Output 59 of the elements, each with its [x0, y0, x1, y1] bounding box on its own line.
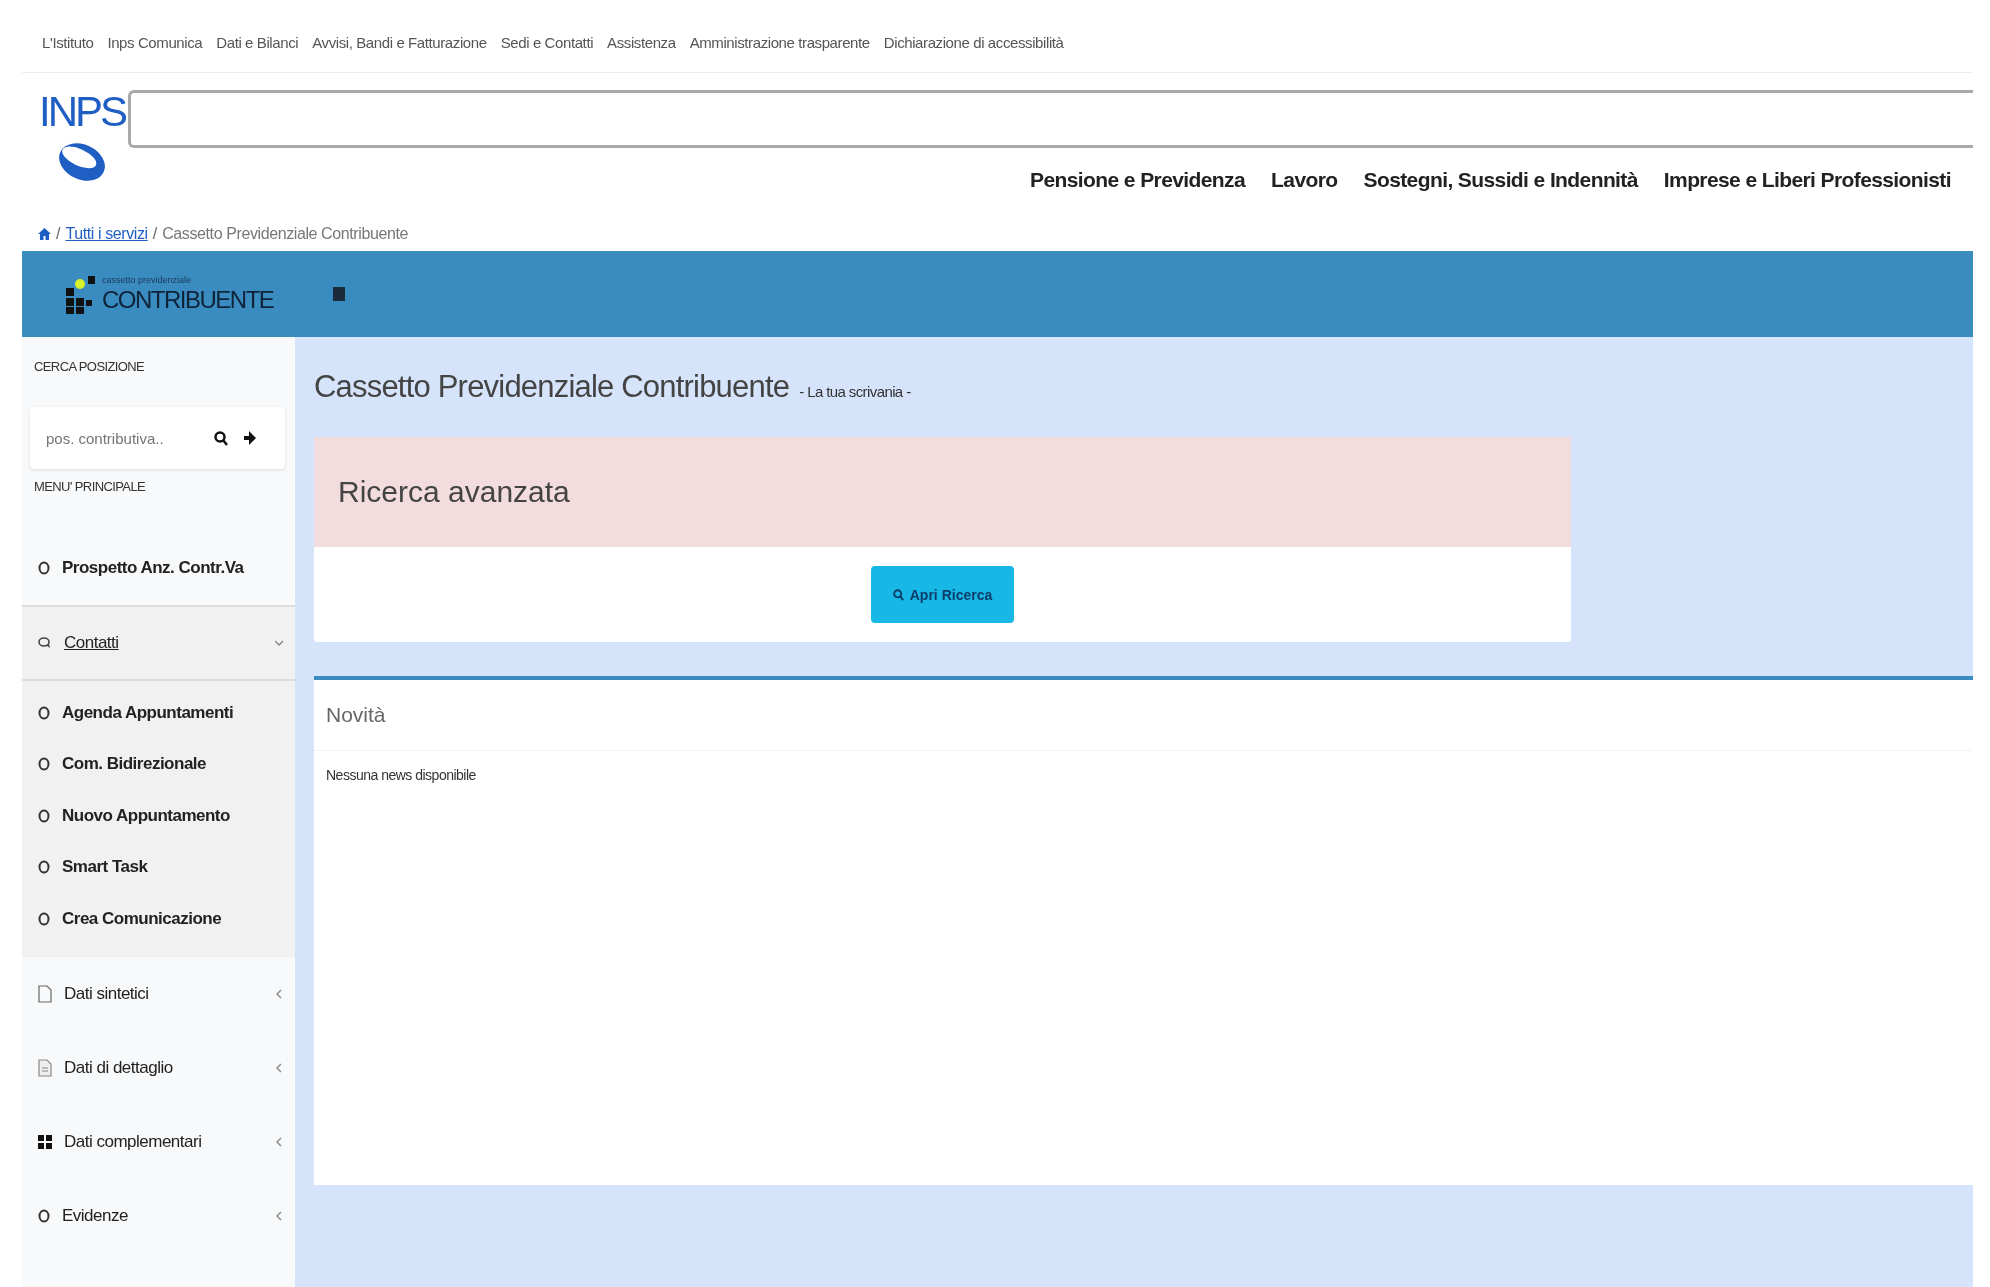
search-icon — [892, 588, 904, 601]
page-title: Cassetto Previdenziale Contribuente — [314, 369, 790, 405]
top-link[interactable]: Amministrazione trasparente — [689, 34, 870, 72]
menu-item[interactable]: Dati complementari — [22, 1104, 295, 1179]
nav-link[interactable]: Imprese e Liberi Professionisti — [1663, 168, 1951, 192]
menu-item[interactable]: Crea Comunicazione — [22, 893, 295, 945]
chevron-left-icon — [275, 988, 283, 999]
page-subtitle: - La tua scrivania - — [799, 383, 911, 400]
top-link[interactable]: L'Istituto — [42, 34, 94, 72]
breadcrumb-link[interactable]: Tutti i servizi — [65, 225, 148, 243]
menu-icon[interactable] — [333, 287, 346, 301]
menu-item[interactable]: Dati di dettaglio — [22, 1030, 295, 1105]
circle-icon — [38, 1208, 50, 1223]
top-link[interactable]: Dichiarazione di accessibilità — [883, 34, 1064, 72]
menu-item[interactable]: Agenda Appuntamenti — [22, 687, 295, 739]
file-icon — [38, 984, 52, 1003]
chevron-left-icon — [275, 1062, 283, 1073]
home-icon[interactable] — [38, 228, 51, 240]
chevron-left-icon — [275, 1210, 283, 1221]
circle-icon — [38, 561, 50, 575]
search-field[interactable] — [128, 90, 1973, 148]
top-link[interactable]: Avvisi, Bandi e Fatturazione — [312, 34, 487, 72]
menu-item[interactable]: Nuovo Appuntamento — [22, 790, 295, 842]
grid-icon — [38, 1134, 52, 1149]
top-link[interactable]: Sedi e Contatti — [500, 34, 594, 72]
menu-item[interactable]: Evidenze — [22, 1178, 295, 1253]
contribuente-logo[interactable]: cassetto previdenziale CONTRIBUENTE — [64, 274, 274, 314]
circle-icon — [38, 757, 50, 772]
chat-icon — [38, 637, 52, 649]
circle-icon — [38, 705, 50, 720]
top-link[interactable]: Assistenza — [607, 34, 676, 72]
breadcrumb-item[interactable]: Cassetto Previdenziale Contribuente — [162, 225, 408, 243]
nav-link[interactable]: Sostegni, Sussidi e Indennità — [1363, 168, 1638, 192]
menu-item[interactable]: Com. Bidirezionale — [22, 738, 295, 790]
section-heading: MENU' PRINCIPALE — [33, 478, 147, 496]
document-icon — [38, 1058, 52, 1077]
chevron-down-icon — [275, 638, 283, 648]
circle-icon — [38, 911, 50, 926]
breadcrumb-separator: / — [56, 225, 61, 243]
menu-item[interactable]: Dati sintetici — [22, 956, 295, 1031]
nav-link[interactable]: Lavoro — [1271, 168, 1338, 192]
panel-title: Ricerca avanzata — [338, 475, 570, 509]
position-search-field[interactable]: pos. contributiva.. — [44, 428, 198, 448]
empty-message: Nessuna news disponibile — [325, 766, 477, 783]
menu-item[interactable]: Prospetto Anz. Contr.Va — [22, 531, 295, 605]
arrow-icon[interactable] — [244, 431, 256, 445]
top-link[interactable]: Dati e Bilanci — [216, 34, 299, 72]
chevron-left-icon — [275, 1136, 283, 1147]
open-search-button[interactable]: Apri Ricerca — [871, 566, 1014, 623]
nav-link[interactable]: Pensione e Previdenza — [1030, 168, 1246, 192]
panel-title: Novità — [314, 680, 1973, 751]
menu-item[interactable]: Contatti — [22, 605, 295, 681]
circle-icon — [38, 808, 50, 823]
search-icon[interactable] — [214, 430, 228, 446]
circle-icon — [38, 860, 50, 875]
section-heading: CERCA POSIZIONE — [33, 358, 146, 376]
menu-item[interactable]: Smart Task — [22, 841, 295, 893]
breadcrumb-separator: / — [152, 225, 158, 243]
top-link[interactable]: Inps Comunica — [107, 34, 203, 72]
